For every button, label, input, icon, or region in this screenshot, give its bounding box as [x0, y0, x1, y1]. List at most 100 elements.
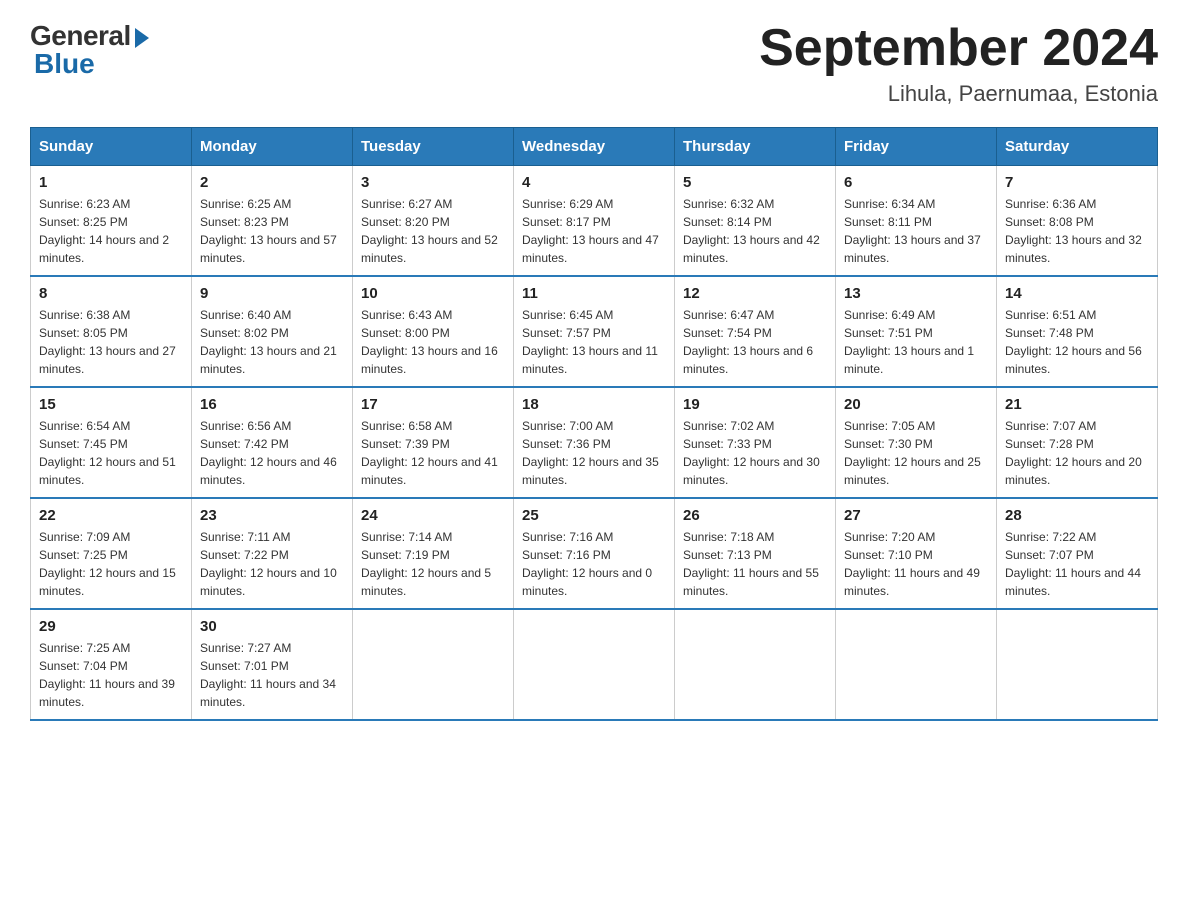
day-cell: 10 Sunrise: 6:43 AMSunset: 8:00 PMDaylig… [353, 276, 514, 387]
day-info: Sunrise: 6:40 AMSunset: 8:02 PMDaylight:… [200, 308, 337, 376]
day-info: Sunrise: 7:09 AMSunset: 7:25 PMDaylight:… [39, 530, 176, 598]
day-cell: 30 Sunrise: 7:27 AMSunset: 7:01 PMDaylig… [192, 609, 353, 720]
day-info: Sunrise: 6:45 AMSunset: 7:57 PMDaylight:… [522, 308, 658, 376]
day-number: 8 [39, 285, 183, 302]
day-number: 23 [200, 507, 344, 524]
day-cell: 17 Sunrise: 6:58 AMSunset: 7:39 PMDaylig… [353, 387, 514, 498]
day-info: Sunrise: 7:14 AMSunset: 7:19 PMDaylight:… [361, 530, 491, 598]
day-cell: 14 Sunrise: 6:51 AMSunset: 7:48 PMDaylig… [997, 276, 1158, 387]
day-number: 27 [844, 507, 988, 524]
day-number: 25 [522, 507, 666, 524]
day-number: 13 [844, 285, 988, 302]
week-row-5: 29 Sunrise: 7:25 AMSunset: 7:04 PMDaylig… [31, 609, 1158, 720]
day-number: 4 [522, 174, 666, 191]
day-number: 1 [39, 174, 183, 191]
day-number: 9 [200, 285, 344, 302]
day-info: Sunrise: 6:47 AMSunset: 7:54 PMDaylight:… [683, 308, 813, 376]
title-area: September 2024 Lihula, Paernumaa, Estoni… [759, 20, 1158, 107]
header-thursday: Thursday [675, 128, 836, 166]
week-row-1: 1 Sunrise: 6:23 AMSunset: 8:25 PMDayligh… [31, 166, 1158, 277]
calendar-header-row: SundayMondayTuesdayWednesdayThursdayFrid… [31, 128, 1158, 166]
day-cell: 22 Sunrise: 7:09 AMSunset: 7:25 PMDaylig… [31, 498, 192, 609]
day-info: Sunrise: 6:38 AMSunset: 8:05 PMDaylight:… [39, 308, 176, 376]
day-cell: 15 Sunrise: 6:54 AMSunset: 7:45 PMDaylig… [31, 387, 192, 498]
day-info: Sunrise: 6:49 AMSunset: 7:51 PMDaylight:… [844, 308, 974, 376]
day-number: 28 [1005, 507, 1149, 524]
day-number: 7 [1005, 174, 1149, 191]
day-number: 11 [522, 285, 666, 302]
header-wednesday: Wednesday [514, 128, 675, 166]
day-cell: 27 Sunrise: 7:20 AMSunset: 7:10 PMDaylig… [836, 498, 997, 609]
day-number: 21 [1005, 396, 1149, 413]
day-info: Sunrise: 6:43 AMSunset: 8:00 PMDaylight:… [361, 308, 498, 376]
location: Lihula, Paernumaa, Estonia [759, 81, 1158, 107]
day-number: 12 [683, 285, 827, 302]
day-info: Sunrise: 7:07 AMSunset: 7:28 PMDaylight:… [1005, 419, 1142, 487]
day-info: Sunrise: 6:25 AMSunset: 8:23 PMDaylight:… [200, 197, 337, 265]
day-cell: 6 Sunrise: 6:34 AMSunset: 8:11 PMDayligh… [836, 166, 997, 277]
day-cell [353, 609, 514, 720]
logo-arrow-icon [135, 28, 149, 48]
day-number: 26 [683, 507, 827, 524]
day-cell: 12 Sunrise: 6:47 AMSunset: 7:54 PMDaylig… [675, 276, 836, 387]
logo-blue-text: Blue [34, 48, 95, 80]
day-info: Sunrise: 7:27 AMSunset: 7:01 PMDaylight:… [200, 641, 336, 709]
day-number: 19 [683, 396, 827, 413]
day-number: 3 [361, 174, 505, 191]
day-cell: 9 Sunrise: 6:40 AMSunset: 8:02 PMDayligh… [192, 276, 353, 387]
week-row-4: 22 Sunrise: 7:09 AMSunset: 7:25 PMDaylig… [31, 498, 1158, 609]
day-info: Sunrise: 6:34 AMSunset: 8:11 PMDaylight:… [844, 197, 981, 265]
day-number: 30 [200, 618, 344, 635]
day-cell [514, 609, 675, 720]
day-info: Sunrise: 7:00 AMSunset: 7:36 PMDaylight:… [522, 419, 659, 487]
day-info: Sunrise: 7:22 AMSunset: 7:07 PMDaylight:… [1005, 530, 1141, 598]
day-cell: 8 Sunrise: 6:38 AMSunset: 8:05 PMDayligh… [31, 276, 192, 387]
day-cell [675, 609, 836, 720]
day-info: Sunrise: 7:18 AMSunset: 7:13 PMDaylight:… [683, 530, 819, 598]
day-number: 15 [39, 396, 183, 413]
week-row-2: 8 Sunrise: 6:38 AMSunset: 8:05 PMDayligh… [31, 276, 1158, 387]
day-cell: 24 Sunrise: 7:14 AMSunset: 7:19 PMDaylig… [353, 498, 514, 609]
header-friday: Friday [836, 128, 997, 166]
day-cell: 11 Sunrise: 6:45 AMSunset: 7:57 PMDaylig… [514, 276, 675, 387]
day-cell: 28 Sunrise: 7:22 AMSunset: 7:07 PMDaylig… [997, 498, 1158, 609]
day-cell: 1 Sunrise: 6:23 AMSunset: 8:25 PMDayligh… [31, 166, 192, 277]
day-info: Sunrise: 7:05 AMSunset: 7:30 PMDaylight:… [844, 419, 981, 487]
day-info: Sunrise: 7:02 AMSunset: 7:33 PMDaylight:… [683, 419, 820, 487]
header-saturday: Saturday [997, 128, 1158, 166]
day-cell: 29 Sunrise: 7:25 AMSunset: 7:04 PMDaylig… [31, 609, 192, 720]
day-number: 14 [1005, 285, 1149, 302]
day-cell: 5 Sunrise: 6:32 AMSunset: 8:14 PMDayligh… [675, 166, 836, 277]
day-cell: 2 Sunrise: 6:25 AMSunset: 8:23 PMDayligh… [192, 166, 353, 277]
day-info: Sunrise: 6:56 AMSunset: 7:42 PMDaylight:… [200, 419, 337, 487]
day-info: Sunrise: 6:23 AMSunset: 8:25 PMDaylight:… [39, 197, 169, 265]
day-number: 2 [200, 174, 344, 191]
header-monday: Monday [192, 128, 353, 166]
day-number: 22 [39, 507, 183, 524]
day-number: 18 [522, 396, 666, 413]
day-cell: 3 Sunrise: 6:27 AMSunset: 8:20 PMDayligh… [353, 166, 514, 277]
day-info: Sunrise: 6:58 AMSunset: 7:39 PMDaylight:… [361, 419, 498, 487]
day-info: Sunrise: 7:20 AMSunset: 7:10 PMDaylight:… [844, 530, 980, 598]
day-cell: 18 Sunrise: 7:00 AMSunset: 7:36 PMDaylig… [514, 387, 675, 498]
day-cell: 26 Sunrise: 7:18 AMSunset: 7:13 PMDaylig… [675, 498, 836, 609]
logo: General Blue [30, 20, 149, 80]
day-cell: 4 Sunrise: 6:29 AMSunset: 8:17 PMDayligh… [514, 166, 675, 277]
day-cell: 19 Sunrise: 7:02 AMSunset: 7:33 PMDaylig… [675, 387, 836, 498]
day-number: 24 [361, 507, 505, 524]
day-cell: 25 Sunrise: 7:16 AMSunset: 7:16 PMDaylig… [514, 498, 675, 609]
day-info: Sunrise: 7:25 AMSunset: 7:04 PMDaylight:… [39, 641, 175, 709]
day-info: Sunrise: 6:27 AMSunset: 8:20 PMDaylight:… [361, 197, 498, 265]
header-sunday: Sunday [31, 128, 192, 166]
day-cell: 16 Sunrise: 6:56 AMSunset: 7:42 PMDaylig… [192, 387, 353, 498]
day-number: 10 [361, 285, 505, 302]
month-title: September 2024 [759, 20, 1158, 77]
header-tuesday: Tuesday [353, 128, 514, 166]
day-info: Sunrise: 7:11 AMSunset: 7:22 PMDaylight:… [200, 530, 337, 598]
day-cell: 23 Sunrise: 7:11 AMSunset: 7:22 PMDaylig… [192, 498, 353, 609]
day-info: Sunrise: 6:51 AMSunset: 7:48 PMDaylight:… [1005, 308, 1142, 376]
day-number: 16 [200, 396, 344, 413]
day-cell [836, 609, 997, 720]
day-cell [997, 609, 1158, 720]
day-info: Sunrise: 7:16 AMSunset: 7:16 PMDaylight:… [522, 530, 652, 598]
